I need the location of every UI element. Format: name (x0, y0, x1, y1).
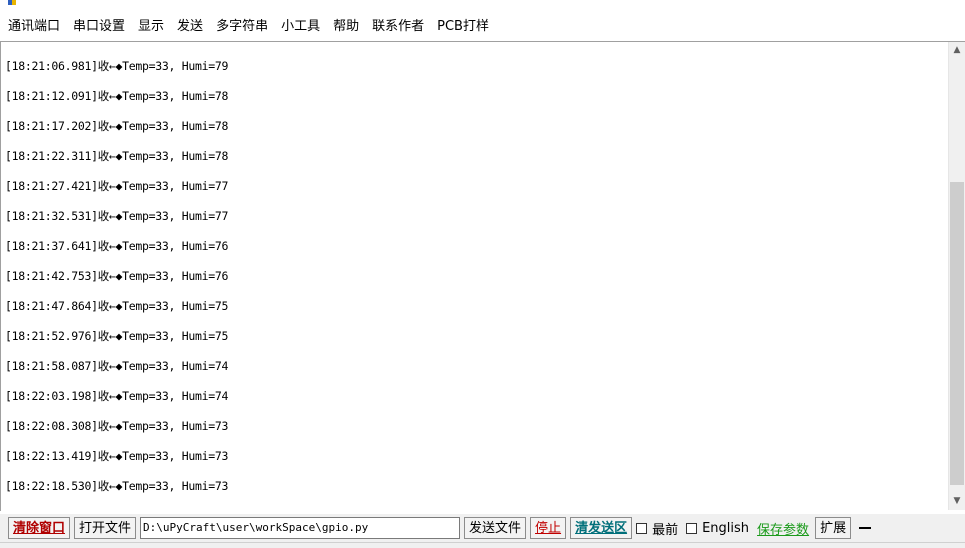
receive-log: [18:21:06.981]收←◆Temp=33, Humi=79 [18:21… (5, 52, 935, 502)
menu-bar: 通讯端口 串口设置 显示 发送 多字符串 小工具 帮助 联系作者 PCB打样 (0, 7, 965, 41)
log-line: [18:21:47.864]收←◆Temp=33, Humi=75 (5, 299, 229, 313)
menu-send[interactable]: 发送 (177, 15, 203, 34)
english-checkbox[interactable]: English (686, 521, 749, 536)
log-line: [18:21:32.531]收←◆Temp=33, Humi=77 (5, 209, 229, 223)
send-file-button[interactable]: 发送文件 (464, 517, 527, 539)
scroll-up-arrow-icon[interactable]: ▲ (949, 42, 965, 59)
title-bar-remnant (0, 0, 965, 7)
checkbox-box[interactable] (686, 522, 698, 534)
log-line: [18:22:08.308]收←◆Temp=33, Humi=73 (5, 419, 229, 433)
log-line: [18:22:18.530]收←◆Temp=33, Humi=73 (5, 479, 229, 493)
app-icon (8, 0, 16, 5)
english-label: English (702, 520, 750, 536)
bottom-toolbar: 清除窗口 打开文件 D:\uPyCraft\user\workSpace\gpi… (0, 514, 965, 542)
open-file-button[interactable]: 打开文件 (74, 517, 137, 539)
log-line: [18:22:13.419]收←◆Temp=33, Humi=73 (5, 449, 229, 463)
menu-contact-author[interactable]: 联系作者 (372, 15, 424, 34)
log-line: [18:21:22.311]收←◆Temp=33, Humi=78 (5, 149, 229, 163)
stop-button[interactable]: 停止 (530, 517, 567, 539)
receive-window[interactable]: [18:21:06.981]收←◆Temp=33, Humi=79 [18:21… (0, 41, 965, 511)
menu-comm-port[interactable]: 通讯端口 (8, 15, 60, 34)
status-strip (0, 542, 965, 548)
log-line: [18:21:52.976]收←◆Temp=33, Humi=75 (5, 329, 229, 343)
vertical-scrollbar[interactable]: ▲ ▼ (948, 42, 965, 510)
topmost-label: 最前 (652, 522, 679, 538)
menu-display[interactable]: 显示 (138, 15, 164, 34)
file-path-field[interactable]: D:\uPyCraft\user\workSpace\gpio.py (140, 517, 461, 539)
log-line: [18:21:58.087]收←◆Temp=33, Humi=74 (5, 359, 229, 373)
menu-pcb-proto[interactable]: PCB打样 (437, 15, 489, 34)
log-line: [18:21:37.641]收←◆Temp=33, Humi=76 (5, 239, 229, 253)
log-line: [18:21:27.421]收←◆Temp=33, Humi=77 (5, 179, 229, 193)
log-line: [18:22:03.198]收←◆Temp=33, Humi=74 (5, 389, 229, 403)
topmost-checkbox[interactable]: 最前 (636, 519, 678, 538)
collapse-dash-icon[interactable] (859, 527, 872, 529)
log-line: [18:21:12.091]收←◆Temp=33, Humi=78 (5, 89, 229, 103)
scroll-down-arrow-icon[interactable]: ▼ (949, 493, 965, 510)
menu-help[interactable]: 帮助 (333, 15, 359, 34)
save-params-link[interactable]: 保存参数 (757, 519, 809, 538)
log-line: [18:21:17.202]收←◆Temp=33, Humi=78 (5, 119, 229, 133)
menu-tools[interactable]: 小工具 (281, 15, 320, 34)
scroll-thumb[interactable] (950, 182, 964, 485)
expand-button[interactable]: 扩展 (815, 517, 852, 539)
clear-send-area-button[interactable]: 清发送区 (570, 517, 633, 539)
log-line: [18:21:06.981]收←◆Temp=33, Humi=79 (5, 59, 229, 73)
log-line: [18:21:42.753]收←◆Temp=33, Humi=76 (5, 269, 229, 283)
menu-serial-settings[interactable]: 串口设置 (73, 15, 125, 34)
checkbox-box[interactable] (636, 522, 648, 534)
menu-multi-string[interactable]: 多字符串 (216, 15, 268, 34)
clear-window-button[interactable]: 清除窗口 (8, 517, 71, 539)
